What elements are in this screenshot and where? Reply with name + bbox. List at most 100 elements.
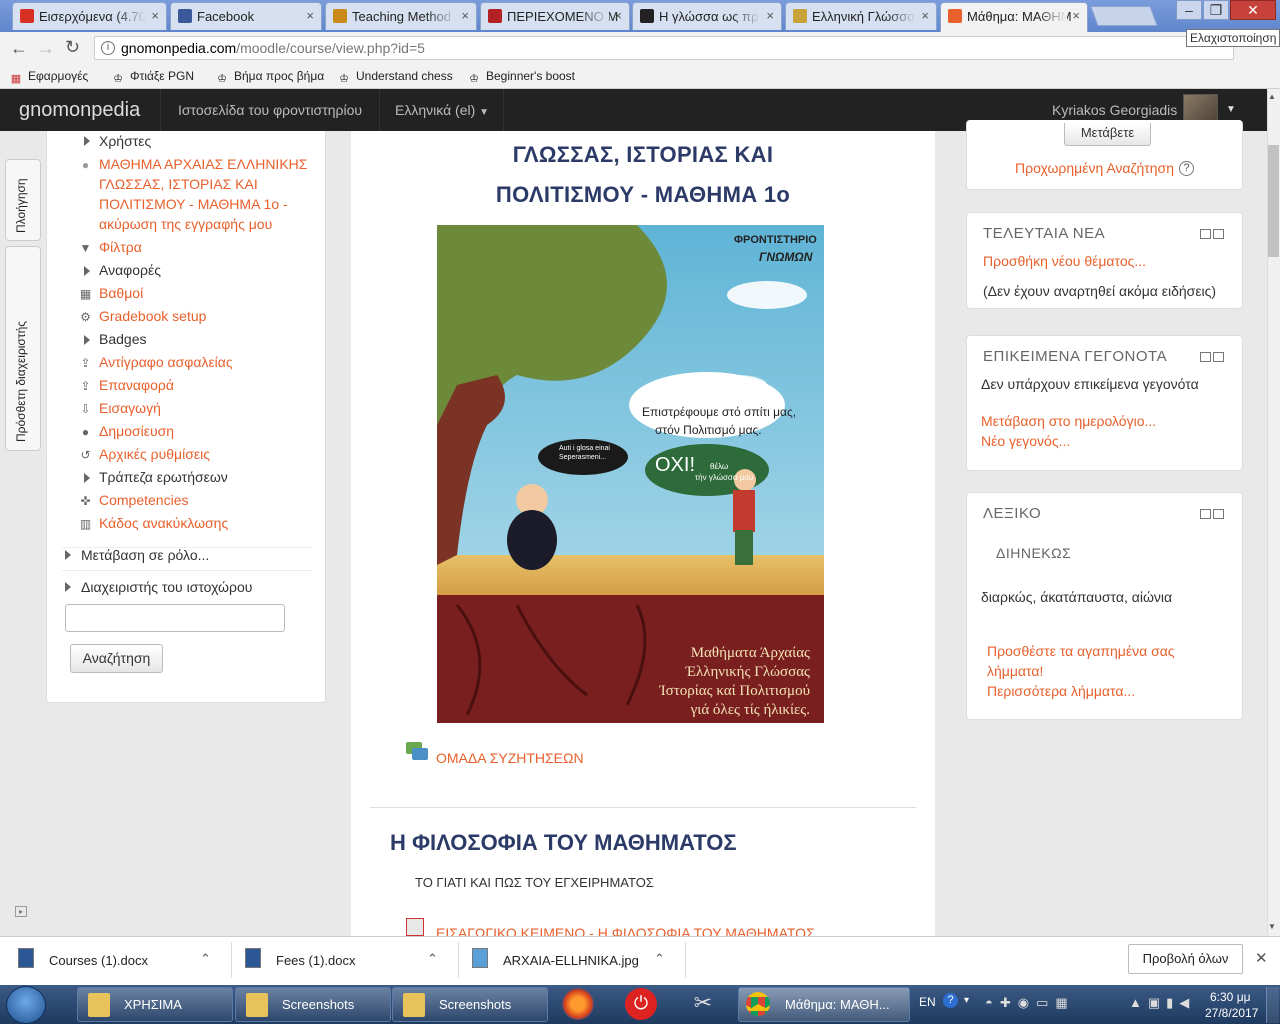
- nav-item[interactable]: Βαθμοί: [99, 285, 143, 301]
- nav-item[interactable]: Gradebook setup: [99, 308, 206, 324]
- dock-admin-tab[interactable]: Πρόσθετη διαχειριστής: [5, 246, 41, 451]
- chevron-up-icon[interactable]: ⌃: [427, 951, 438, 967]
- forum-icon[interactable]: [406, 742, 428, 762]
- nav-item[interactable]: Φίλτρα: [99, 239, 142, 255]
- browser-tab[interactable]: Ελληνική Γλώσσα ×: [785, 2, 937, 30]
- bookmark-pgn[interactable]: ♔ Φτιάξε PGN: [112, 69, 194, 85]
- dock-navigation-tab[interactable]: Πλοήγηση: [5, 159, 41, 241]
- show-all-downloads-button[interactable]: Προβολή όλων: [1128, 944, 1243, 974]
- chevron-up-icon[interactable]: ⌃: [654, 951, 665, 967]
- maximize-button[interactable]: ❐: [1203, 0, 1229, 20]
- power-app-icon[interactable]: ⏻: [625, 988, 657, 1020]
- reload-icon[interactable]: ↻: [65, 37, 80, 58]
- taskbar-item[interactable]: ΧΡΗΣΙΜΑ: [77, 987, 233, 1022]
- block-controls[interactable]: [1200, 229, 1227, 240]
- nav-item[interactable]: Κάδος ανακύκλωσης: [99, 515, 228, 531]
- close-tab-icon[interactable]: ×: [151, 8, 159, 23]
- dock-block-icon[interactable]: [1213, 509, 1224, 519]
- admin-search-input[interactable]: [65, 604, 285, 632]
- dock-toggle-icon[interactable]: ▸: [15, 906, 27, 917]
- browser-tab[interactable]: Μάθημα: ΜΑΘΗΜ ×: [940, 2, 1088, 32]
- scrollbar-thumb[interactable]: [1268, 145, 1279, 257]
- nav-item[interactable]: Αντίγραφο ασφαλείας: [99, 354, 233, 370]
- browser-tab[interactable]: Εισερχόμενα (4.70 ×: [12, 2, 167, 30]
- close-tab-icon[interactable]: ×: [766, 8, 774, 23]
- dock-block-icon[interactable]: [1213, 229, 1224, 239]
- bookmark-step[interactable]: ♔ Βήμα προς βήμα: [216, 69, 324, 85]
- nav-item[interactable]: Αναφορές: [99, 262, 161, 278]
- download-item-name[interactable]: ARXAIA-ELLHNIKA.jpg: [503, 953, 639, 968]
- forward-icon[interactable]: →: [37, 38, 55, 59]
- nav-item[interactable]: Badges: [99, 331, 146, 347]
- new-event-link[interactable]: Νέο γεγονός...: [981, 433, 1070, 449]
- scroll-up-icon[interactable]: ▲: [1268, 92, 1276, 101]
- glossary-more-link[interactable]: Περισσότερα λήμματα...: [987, 683, 1135, 699]
- help-icon[interactable]: ?: [1179, 161, 1194, 176]
- tray-icons[interactable]: ◓✚◉▭▦: [985, 995, 1105, 1010]
- hide-block-icon[interactable]: [1200, 229, 1211, 239]
- section-resource-link[interactable]: ΕΙΣΑΓΩΓΙΚΟ ΚΕΙΜΕΝΟ - Η ΦΙΛΟΣΟΦΙΑ ΤΟΥ ΜΑΘ…: [436, 925, 815, 936]
- site-brand[interactable]: gnomonpedia: [19, 99, 140, 122]
- nav-item[interactable]: Τράπεζα ερωτήσεων: [99, 469, 228, 485]
- advanced-search-link[interactable]: Προχωρημένη Αναζήτηση: [1015, 160, 1174, 176]
- close-tab-icon[interactable]: ×: [921, 8, 929, 23]
- language-menu[interactable]: Ελληνικά (el) ▼: [395, 102, 489, 118]
- tray-expand-icon[interactable]: ▾: [964, 995, 969, 1006]
- browser-tab[interactable]: ΠΕΡΙΕΧΟΜΕΝΟ Μ ×: [480, 2, 630, 30]
- pdf-icon[interactable]: [406, 918, 424, 936]
- word-file-icon[interactable]: [18, 948, 34, 968]
- info-icon[interactable]: i: [101, 41, 115, 55]
- snipping-tool-icon[interactable]: ✂: [688, 990, 718, 1020]
- dock-block-icon[interactable]: [1213, 352, 1224, 362]
- word-file-icon[interactable]: [245, 948, 261, 968]
- close-downloads-icon[interactable]: ✕: [1255, 949, 1268, 967]
- chevron-up-icon[interactable]: ⌃: [200, 951, 211, 967]
- scroll-down-icon[interactable]: ▼: [1268, 922, 1276, 931]
- hide-block-icon[interactable]: [1200, 352, 1211, 362]
- switch-role[interactable]: Μετάβαση σε ρόλο...: [81, 547, 209, 563]
- download-item-name[interactable]: Courses (1).docx: [49, 953, 148, 968]
- add-news-link[interactable]: Προσθήκη νέου θέματος...: [983, 253, 1146, 269]
- forum-link[interactable]: ΟΜΑΔΑ ΣΥΖΗΤΗΣΕΩΝ: [436, 750, 584, 766]
- course-search-button[interactable]: Μετάβετε: [1064, 123, 1151, 146]
- new-tab-button[interactable]: [1090, 6, 1158, 26]
- bookmark-boost[interactable]: ♔ Beginner's boost: [468, 69, 575, 85]
- show-desktop-button[interactable]: [1266, 987, 1279, 1023]
- browser-tab[interactable]: Η γλώσσα ως πρ ×: [632, 2, 782, 30]
- close-tab-icon[interactable]: ×: [614, 8, 622, 23]
- glossary-add-line-2[interactable]: λήμματα!: [987, 663, 1043, 679]
- unenrol-line-4[interactable]: ακύρωση της εγγραφής μου: [99, 216, 272, 232]
- back-icon[interactable]: ←: [10, 38, 28, 59]
- user-menu-caret-icon[interactable]: ▼: [1226, 104, 1236, 115]
- block-controls[interactable]: [1200, 352, 1227, 363]
- close-tab-icon[interactable]: ×: [306, 8, 314, 23]
- unenrol-line-2[interactable]: ΓΛΩΣΣΑΣ, ΙΣΤΟΡΙΑΣ ΚΑΙ: [99, 176, 258, 192]
- close-window-button[interactable]: ✕: [1230, 0, 1276, 20]
- firefox-icon[interactable]: [562, 988, 594, 1020]
- site-administration[interactable]: Διαχειριστής του ιστοχώρου: [81, 579, 252, 595]
- close-tab-icon[interactable]: ×: [461, 8, 469, 23]
- close-tab-icon[interactable]: ×: [1072, 8, 1080, 23]
- unenrol-line-1[interactable]: ΜΑΘΗΜΑ ΑΡΧΑΙΑΣ ΕΛΛΗΝΙΚΗΣ: [99, 156, 307, 172]
- taskbar-item[interactable]: Screenshots: [235, 987, 391, 1022]
- browser-tab[interactable]: Facebook ×: [170, 2, 322, 30]
- help-tray-icon[interactable]: ?: [943, 993, 958, 1008]
- nav-item[interactable]: Επαναφορά: [99, 377, 174, 393]
- user-name[interactable]: Kyriakos Georgiadis: [1052, 102, 1177, 118]
- image-file-icon[interactable]: [472, 948, 488, 968]
- hide-block-icon[interactable]: [1200, 509, 1211, 519]
- glossary-add-line-1[interactable]: Προσθέστε τα αγαπημένα σας: [987, 643, 1175, 659]
- system-tray-icons[interactable]: ▲▣▮◀: [1129, 995, 1195, 1011]
- input-language[interactable]: EN: [919, 995, 936, 1009]
- taskbar-item[interactable]: Screenshots: [392, 987, 548, 1022]
- nav-users[interactable]: Χρήστες: [99, 133, 151, 149]
- block-controls[interactable]: [1200, 509, 1227, 520]
- site-link[interactable]: Ιστοσελίδα του φροντιστηρίου: [178, 102, 362, 118]
- nav-item[interactable]: Εισαγωγή: [99, 400, 161, 416]
- admin-search-button[interactable]: Αναζήτηση: [70, 644, 163, 673]
- address-bar[interactable]: i gnomonpedia.com/moodle/course/view.php…: [94, 36, 1234, 60]
- start-button[interactable]: [6, 986, 46, 1024]
- nav-item[interactable]: Δημοσίευση: [99, 423, 174, 439]
- unenrol-line-3[interactable]: ΠΟΛΙΤΙΣΜΟΥ - ΜΑΘΗΜΑ 1ο -: [99, 196, 288, 212]
- browser-tab[interactable]: Teaching Method ×: [325, 2, 477, 30]
